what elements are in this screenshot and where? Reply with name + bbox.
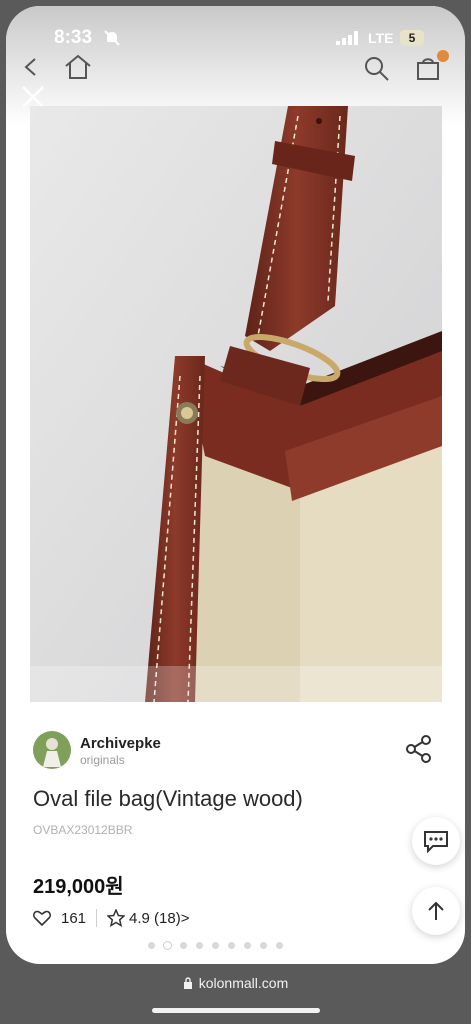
chevron-right-icon[interactable]: >: [181, 910, 190, 927]
chat-icon: [424, 831, 448, 853]
home-indicator[interactable]: [152, 1008, 320, 1013]
cart-badge: [437, 50, 449, 62]
product-image[interactable]: [30, 106, 442, 702]
reaction-row: 161 4.9 (18) >: [33, 907, 190, 929]
status-time: 8:33: [54, 27, 93, 48]
share-icon[interactable]: [404, 734, 434, 764]
rating-link[interactable]: 4.9 (18): [129, 910, 181, 927]
star-icon: [107, 909, 126, 927]
search-icon[interactable]: [362, 54, 390, 82]
arrow-up-icon: [428, 901, 444, 920]
signal-icon: [336, 31, 358, 45]
product-price: 219,000원: [33, 876, 124, 898]
gallery-indicator[interactable]: [148, 942, 283, 949]
url-text: kolonmall.com: [198, 975, 289, 991]
gallery-dot[interactable]: [196, 942, 203, 949]
network-label: LTE: [368, 30, 394, 46]
product-title: Oval file bag(Vintage wood): [33, 786, 303, 811]
gallery-dot[interactable]: [212, 942, 219, 949]
product-code: OVBAX23012BBR: [33, 823, 133, 837]
browser-bar: [0, 964, 471, 1024]
gallery-dot[interactable]: [228, 942, 235, 949]
scroll-top-button[interactable]: [412, 887, 460, 935]
battery-indicator: 5: [400, 30, 424, 46]
gallery-dot[interactable]: [276, 942, 283, 949]
heart-icon[interactable]: [33, 910, 51, 926]
seller-avatar[interactable]: [33, 731, 71, 769]
chat-button[interactable]: [412, 817, 460, 865]
gallery-dot[interactable]: [164, 942, 171, 949]
gallery-dot[interactable]: [148, 942, 155, 949]
like-count: 161: [61, 909, 87, 927]
gallery-dot[interactable]: [260, 942, 267, 949]
lock-icon: [183, 977, 192, 989]
chevron-left-icon[interactable]: [20, 56, 42, 78]
seller-subtitle: originals: [80, 753, 125, 767]
url-display[interactable]: kolonmall.com: [0, 975, 471, 991]
gallery-dot[interactable]: [180, 942, 187, 949]
gallery-dot[interactable]: [244, 942, 251, 949]
bag-photo: [30, 106, 442, 702]
bell-mute-icon: [104, 30, 120, 46]
seller-name[interactable]: Archivepke: [80, 735, 161, 752]
home-icon[interactable]: [63, 52, 93, 82]
divider: [96, 909, 98, 927]
